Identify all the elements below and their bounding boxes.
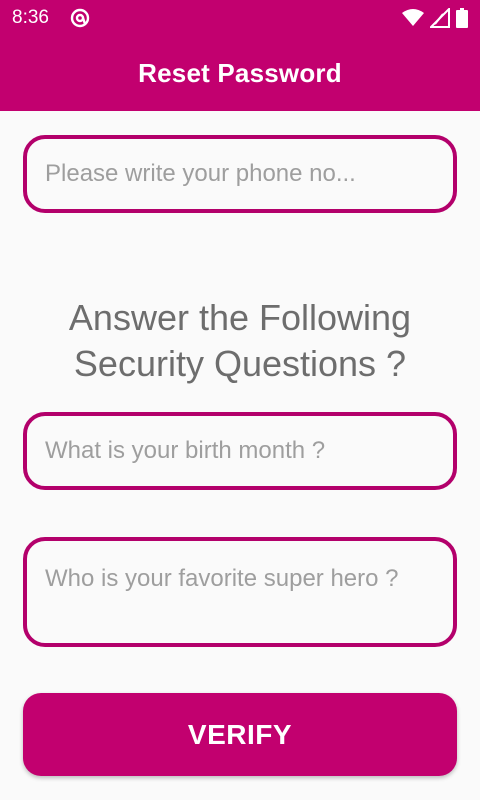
at-sign-icon [70, 8, 90, 28]
wifi-icon [402, 9, 424, 26]
battery-icon [456, 8, 468, 28]
status-icons [402, 7, 468, 29]
status-time: 8:36 [12, 7, 49, 28]
phone-number-input[interactable] [23, 135, 457, 213]
verify-button[interactable]: VERIFY [23, 693, 457, 776]
status-bar: 8:36 [0, 0, 480, 36]
cell-signal-icon [430, 8, 450, 28]
favorite-super-hero-input[interactable] [23, 537, 457, 647]
page-title: Reset Password [138, 58, 342, 88]
app-bar: Reset Password [0, 36, 480, 111]
birth-month-input[interactable] [23, 412, 457, 490]
security-questions-heading: Answer the Following Security Questions … [68, 297, 412, 384]
